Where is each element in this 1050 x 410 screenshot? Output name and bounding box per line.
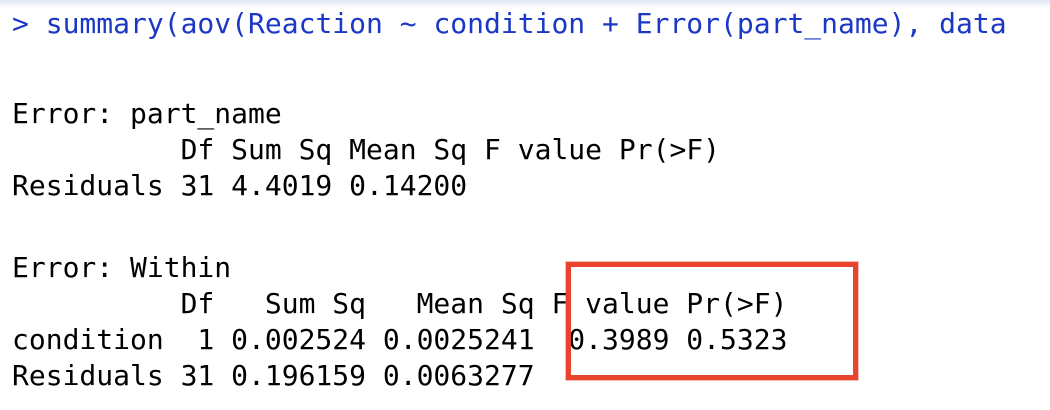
r-console-output: > summary(aov(Reaction ~ condition + Err… [0,0,1050,410]
stratum-title-part-name: Error: part_name [12,97,282,130]
command-text: summary(aov(Reaction ~ condition + Error… [45,7,1007,40]
console-prompt: > [12,7,29,40]
stratum-title-within: Error: Within [12,251,232,284]
command-line: > summary(aov(Reaction ~ condition + Err… [12,6,1007,42]
stratum-header-part-name: Df Sum Sq Mean Sq F value Pr(>F) [12,133,721,166]
table-row: Residuals 31 4.4019 0.14200 [12,169,468,202]
highlight-box [566,262,858,380]
table-row: Residuals 31 0.196159 0.0063277 [12,359,535,392]
